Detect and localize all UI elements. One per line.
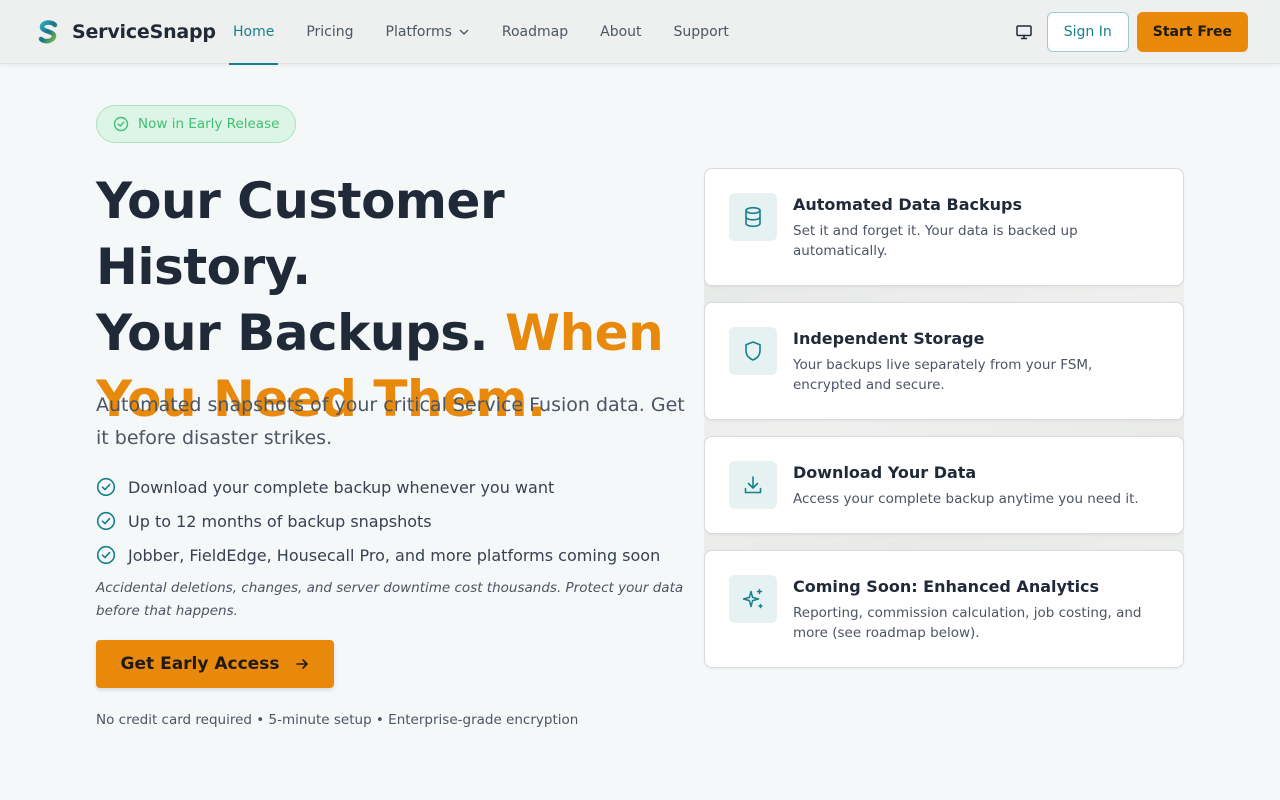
check-circle-icon bbox=[96, 545, 116, 565]
get-early-access-button[interactable]: Get Early Access bbox=[96, 640, 334, 688]
main-nav: Home Pricing Platforms Roadmap About Sup… bbox=[229, 0, 757, 65]
benefit-list: Download your complete backup whenever y… bbox=[96, 470, 660, 572]
check-circle-icon bbox=[96, 477, 116, 497]
benefit-item: Up to 12 months of backup snapshots bbox=[96, 504, 660, 538]
nav-home[interactable]: Home bbox=[229, 0, 279, 65]
feature-icon-box bbox=[729, 327, 777, 375]
feature-description: Set it and forget it. Your data is backe… bbox=[793, 223, 1078, 259]
database-icon bbox=[745, 206, 761, 228]
feature-card-storage: Independent Storage Your backups live se… bbox=[704, 302, 1184, 420]
benefit-item: Jobber, FieldEdge, Housecall Pro, and mo… bbox=[96, 538, 660, 572]
nav-platforms-label: Platforms bbox=[385, 24, 452, 40]
servicesnapp-logo-icon bbox=[38, 20, 58, 44]
early-release-badge: Now in Early Release bbox=[96, 105, 297, 143]
feature-card-backups: Automated Data Backups Set it and forget… bbox=[704, 168, 1184, 286]
nav-home-label: Home bbox=[233, 24, 275, 40]
fineprint: No credit card required • 5-minute setup… bbox=[96, 712, 579, 728]
feature-title: Independent Storage bbox=[793, 329, 985, 348]
benefit-text: Download your complete backup whenever y… bbox=[128, 477, 555, 497]
benefit-item: Download your complete backup whenever y… bbox=[96, 470, 660, 504]
top-navbar: ServiceSnapp Home Pricing Platforms Road… bbox=[0, 0, 1280, 65]
benefit-text: Up to 12 months of backup snapshots bbox=[128, 511, 432, 531]
nav-support[interactable]: Support bbox=[670, 0, 733, 64]
cta-label: Get Early Access bbox=[120, 654, 280, 674]
nav-roadmap-label: Roadmap bbox=[501, 24, 569, 40]
risk-note: Accidental deletions, changes, and serve… bbox=[96, 580, 684, 619]
brand-logo[interactable]: ServiceSnapp bbox=[36, 20, 216, 44]
nav-platforms[interactable]: Platforms bbox=[382, 0, 474, 64]
nav-roadmap[interactable]: Roadmap bbox=[498, 0, 572, 64]
sparkles-icon bbox=[742, 588, 763, 609]
nav-pricing[interactable]: Pricing bbox=[302, 0, 357, 64]
feature-title: Automated Data Backups bbox=[793, 195, 1022, 214]
hero-subheading: Automated snapshots of your critical Ser… bbox=[96, 394, 685, 449]
feature-card-analytics: Coming Soon: Enhanced Analytics Reportin… bbox=[704, 550, 1184, 668]
badge-label: Now in Early Release bbox=[138, 116, 280, 132]
feature-icon-box bbox=[729, 461, 777, 509]
arrow-right-icon bbox=[296, 659, 309, 669]
header-actions: Sign In Start Free bbox=[1015, 12, 1248, 52]
monitor-icon[interactable] bbox=[1015, 23, 1033, 41]
download-icon bbox=[744, 476, 762, 494]
feature-description: Your backups live separately from your F… bbox=[793, 357, 1093, 393]
check-circle-icon bbox=[113, 116, 129, 132]
feature-icon-box bbox=[729, 575, 777, 623]
shield-icon bbox=[745, 341, 761, 361]
feature-icon-box bbox=[729, 193, 777, 241]
feature-title: Download Your Data bbox=[793, 463, 977, 482]
feature-title: Coming Soon: Enhanced Analytics bbox=[793, 577, 1100, 596]
headline-line-2: Your Backups. bbox=[96, 304, 489, 362]
start-free-button[interactable]: Start Free bbox=[1136, 12, 1248, 52]
nav-about[interactable]: About bbox=[596, 0, 645, 64]
brand-name: ServiceSnapp bbox=[72, 21, 216, 43]
feature-description: Reporting, commission calculation, job c… bbox=[793, 605, 1142, 641]
check-circle-icon bbox=[96, 511, 116, 531]
benefit-text: Jobber, FieldEdge, Housecall Pro, and mo… bbox=[128, 545, 661, 565]
nav-about-label: About bbox=[600, 24, 642, 40]
nav-support-label: Support bbox=[673, 24, 729, 40]
headline-accent-1: When bbox=[504, 304, 664, 362]
feature-description: Access your complete backup anytime you … bbox=[793, 491, 1139, 507]
headline-line-1: Your Customer History. bbox=[96, 172, 505, 296]
feature-card-download: Download Your Data Access your complete … bbox=[704, 436, 1184, 534]
nav-pricing-label: Pricing bbox=[306, 24, 354, 40]
chevron-down-icon bbox=[459, 29, 469, 35]
sign-in-button[interactable]: Sign In bbox=[1046, 12, 1129, 52]
